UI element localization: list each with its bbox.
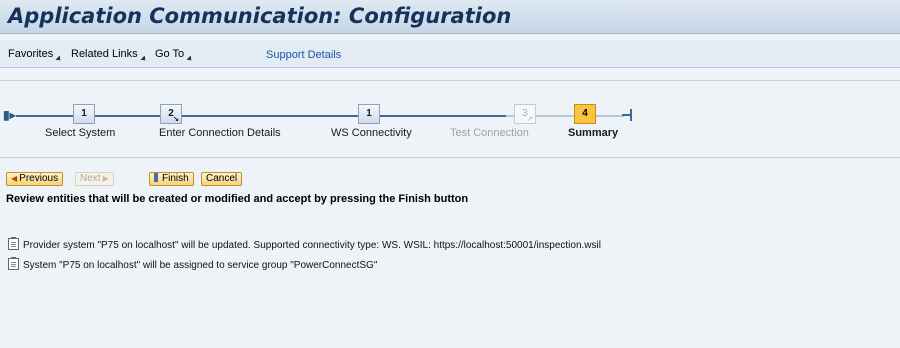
roadmap-step-select-system[interactable]: 1 bbox=[73, 104, 95, 124]
finish-button[interactable]: Finish bbox=[149, 172, 194, 186]
roadmap-step-label[interactable]: WS Connectivity bbox=[331, 127, 412, 139]
step-number: 1 bbox=[366, 108, 372, 119]
message-text: Provider system "P75 on localhost" will … bbox=[23, 240, 601, 251]
roadmap-step-label: Test Connection bbox=[450, 127, 529, 139]
roadmap-step-label[interactable]: Select System bbox=[45, 127, 115, 139]
roadmap-step-label[interactable]: Enter Connection Details bbox=[159, 127, 281, 139]
substep-icon: ↗ bbox=[527, 116, 533, 123]
step-number: 4 bbox=[582, 108, 588, 119]
menu-bar: Favorites Related Links Go To Support De… bbox=[0, 40, 900, 68]
substep-icon: ↘ bbox=[173, 116, 179, 123]
menu-related-links[interactable]: Related Links bbox=[71, 48, 148, 63]
caret-icon bbox=[186, 55, 194, 63]
finish-label: Finish bbox=[162, 173, 189, 184]
menu-related-links-label: Related Links bbox=[71, 48, 138, 60]
roadmap-end-icon bbox=[622, 109, 632, 121]
roadmap-step-label[interactable]: Summary bbox=[568, 127, 618, 139]
menu-go-to[interactable]: Go To bbox=[155, 48, 194, 63]
next-label: Next bbox=[80, 173, 101, 184]
menu-favorites-label: Favorites bbox=[8, 48, 54, 60]
message-item: Provider system "P75 on localhost" will … bbox=[8, 237, 601, 251]
title-bar: Application Communication: Configuration bbox=[0, 0, 900, 34]
finish-icon bbox=[154, 173, 158, 182]
cancel-button[interactable]: Cancel bbox=[201, 172, 243, 186]
page-title: Application Communication: Configuration bbox=[8, 4, 512, 28]
previous-label: Previous bbox=[19, 173, 59, 184]
arrow-right-icon: ▶ bbox=[102, 174, 109, 183]
message-text: System "P75 on localhost" will be assign… bbox=[23, 260, 378, 271]
roadmap-start-icon: ▮▸ bbox=[3, 108, 16, 122]
caret-icon bbox=[140, 55, 148, 63]
next-button: Next ▶ bbox=[75, 172, 114, 186]
cancel-label: Cancel bbox=[206, 173, 238, 184]
previous-button[interactable]: ◀ Previous bbox=[6, 172, 64, 186]
menu-go-to-label: Go To bbox=[155, 48, 185, 60]
clipboard-icon bbox=[8, 257, 19, 270]
arrow-left-icon: ◀ bbox=[11, 174, 18, 183]
instruction-text: Review entities that will be created or … bbox=[6, 193, 469, 205]
roadmap-step-summary[interactable]: 4 bbox=[574, 104, 596, 124]
roadmap-step-test-connection: 3 ↗ bbox=[514, 104, 536, 124]
step-number: 1 bbox=[81, 108, 87, 119]
separator bbox=[0, 80, 900, 81]
roadmap-step-enter-connection-details[interactable]: 2 ↘ bbox=[160, 104, 182, 124]
menu-favorites[interactable]: Favorites bbox=[8, 48, 63, 63]
message-item: System "P75 on localhost" will be assign… bbox=[8, 257, 378, 271]
support-details-link[interactable]: Support Details bbox=[266, 49, 341, 61]
caret-icon bbox=[55, 55, 63, 63]
clipboard-icon bbox=[8, 237, 19, 250]
roadmap-step-ws-connectivity[interactable]: 1 bbox=[358, 104, 380, 124]
separator bbox=[0, 157, 900, 158]
